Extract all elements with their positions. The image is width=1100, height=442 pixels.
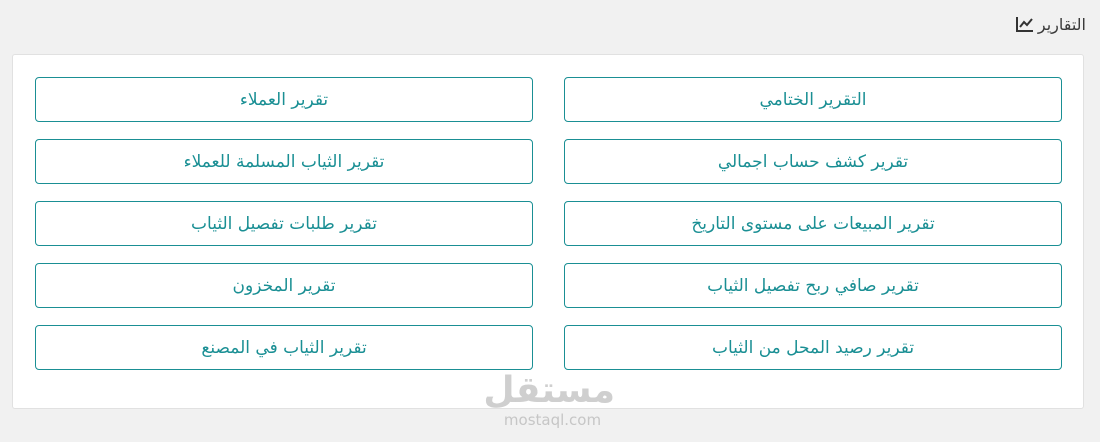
report-button-final[interactable]: التقرير الختامي — [564, 77, 1062, 122]
line-chart-icon — [1015, 16, 1034, 32]
reports-panel: التقرير الختامي تقرير العملاء تقرير كشف … — [12, 54, 1084, 409]
page-title: التقارير — [1037, 14, 1086, 34]
report-button-sales-by-date[interactable]: تقرير المبيعات على مستوى التاريخ — [564, 201, 1062, 246]
watermark-url: mostaql.com — [503, 411, 602, 429]
report-button-tailoring-orders[interactable]: تقرير طلبات تفصيل الثياب — [35, 201, 533, 246]
report-button-account-statement[interactable]: تقرير كشف حساب اجمالي — [564, 139, 1062, 184]
report-button-delivered-garments[interactable]: تقرير الثياب المسلمة للعملاء — [35, 139, 533, 184]
reports-header: التقارير — [1015, 12, 1086, 36]
report-button-shop-balance[interactable]: تقرير رصيد المحل من الثياب — [564, 325, 1062, 370]
report-button-net-profit[interactable]: تقرير صافي ربح تفصيل الثياب — [564, 263, 1062, 308]
report-button-garments-in-factory[interactable]: تقرير الثياب في المصنع — [35, 325, 533, 370]
report-button-inventory[interactable]: تقرير المخزون — [35, 263, 533, 308]
report-button-customers[interactable]: تقرير العملاء — [35, 77, 533, 122]
page: التقارير التقرير الختامي تقرير العملاء ت… — [0, 0, 1100, 442]
